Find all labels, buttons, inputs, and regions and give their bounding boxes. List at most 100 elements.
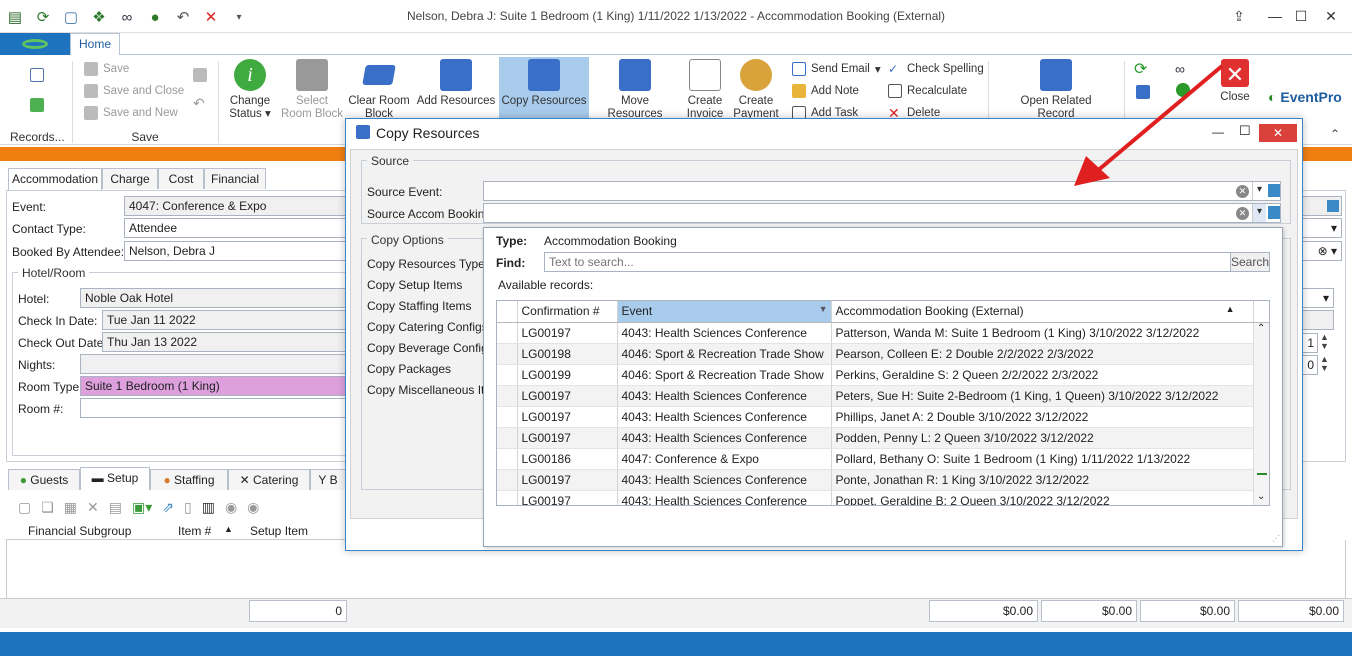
recalculate-button[interactable]: Recalculate — [888, 81, 967, 101]
create-invoice-button[interactable]: Create Invoice — [682, 59, 728, 121]
contact-type-field[interactable]: Attendee — [124, 218, 346, 238]
col-event[interactable]: Event ▼ — [617, 301, 832, 323]
table-row[interactable]: LG00197 4043: Health Sciences Conference P… — [497, 427, 1269, 449]
print-icon[interactable]: ▤ — [109, 499, 122, 516]
event-cell[interactable]: 4046: Sport & Recreation Trade Show — [617, 343, 832, 365]
booking-cell[interactable]: Patterson, Wanda M: Suite 1 Bedroom (1 K… — [831, 322, 1254, 344]
contact-dropdown-remnant[interactable]: ▾ — [1302, 218, 1342, 238]
move-down-icon[interactable]: ◉ — [247, 499, 259, 516]
application-button[interactable] — [0, 33, 70, 55]
doc-icon[interactable]: ▯ — [184, 499, 192, 516]
layout-icon[interactable]: ▥ — [202, 499, 215, 516]
tab-home[interactable]: Home — [70, 33, 120, 56]
spin-field-2[interactable]: 0 — [1302, 355, 1318, 375]
nights-field[interactable] — [80, 354, 346, 374]
opt-copy-catering-configs[interactable]: Copy Catering Configs — [367, 317, 501, 338]
search-button[interactable]: Search — [1230, 252, 1270, 272]
grid-icon[interactable]: ▦ — [64, 499, 77, 516]
checkin-field[interactable]: Tue Jan 11 2022 — [102, 310, 346, 330]
tab-financial[interactable]: Financial — [204, 168, 266, 189]
copy-record-icon[interactable] — [30, 98, 44, 112]
opt-copy-packages[interactable]: Copy Packages — [367, 359, 501, 380]
event-cell[interactable]: 4043: Health Sciences Conference — [617, 385, 832, 407]
new-icon[interactable]: ▢ — [18, 499, 31, 516]
booking-cell[interactable]: Phillips, Janet A: 2 Double 3/10/2022 3/… — [831, 406, 1254, 428]
col-setup-item[interactable]: Setup Item — [250, 524, 308, 538]
hotel-field[interactable]: Noble Oak Hotel — [80, 288, 346, 308]
dropdown-icon[interactable]: ▾ — [1252, 204, 1266, 222]
spin-2-arrows-icon[interactable]: ▲ ▼ — [1320, 355, 1329, 373]
col-item-number[interactable]: Item # — [178, 524, 211, 538]
new-record-icon[interactable] — [30, 68, 44, 82]
scroll-down-icon[interactable]: ⌄ — [1257, 491, 1265, 502]
tab-cost[interactable]: Cost — [158, 168, 204, 189]
move-up-icon[interactable]: ◉ — [225, 499, 237, 516]
confirmation-cell[interactable]: LG00197 — [517, 427, 618, 449]
event-cell[interactable]: 4043: Health Sciences Conference — [617, 427, 832, 449]
source-accom-field[interactable]: ✕ ▾ — [483, 203, 1281, 223]
booking-cell[interactable]: Peters, Sue H: Suite 2-Bedroom (1 King, … — [831, 385, 1254, 407]
booking-cell[interactable]: Ponte, Jonathan R: 1 King 3/10/2022 3/12… — [831, 469, 1254, 491]
hotel-dropdown-remnant[interactable]: ▾ — [1302, 288, 1334, 308]
event-cell[interactable]: 4043: Health Sciences Conference — [617, 490, 832, 505]
add-group-icon[interactable]: ▣▾ — [132, 499, 152, 516]
opt-copy-miscellaneous-items[interactable]: Copy Miscellaneous Item — [367, 380, 501, 401]
save-small-icon[interactable] — [193, 68, 207, 82]
table-row[interactable]: LG00197 4043: Health Sciences Conference P… — [497, 406, 1269, 428]
scroll-thumb[interactable] — [1257, 473, 1267, 475]
opt-copy-setup-items[interactable]: Copy Setup Items — [367, 275, 501, 296]
filter-icon[interactable]: ▼ — [819, 304, 830, 314]
check-spelling-button[interactable]: ✓ Check Spelling — [888, 59, 984, 79]
col-accommodation-booking[interactable]: Accommodation Booking (External) ▲ — [831, 301, 1254, 323]
booked-by-field[interactable]: Nelson, Debra J — [124, 241, 346, 261]
opt-copy-staffing-items[interactable]: Copy Staffing Items — [367, 296, 501, 317]
clear-icon[interactable]: ✕ — [1236, 185, 1249, 198]
minimize-icon[interactable]: — — [1262, 6, 1288, 26]
restore-icon[interactable]: ⇪ — [1226, 6, 1252, 26]
confirmation-cell[interactable]: LG00199 — [517, 364, 618, 386]
booking-cell[interactable]: Pollard, Bethany O: Suite 1 Bedroom (1 K… — [831, 448, 1254, 470]
lookup-icon[interactable] — [1268, 206, 1280, 219]
tab-catering[interactable]: ✕ Catering — [228, 469, 310, 490]
select-room-block-button[interactable]: Select Room Block — [280, 59, 344, 121]
tab-setup[interactable]: ▬ Setup — [80, 467, 150, 490]
event-cell[interactable]: 4043: Health Sciences Conference — [617, 322, 832, 344]
window-close-icon[interactable]: ✕ — [1318, 6, 1344, 26]
booking-cell[interactable]: Poppet, Geraldine B: 2 Queen 3/10/2022 3… — [831, 490, 1254, 505]
delete-icon[interactable]: ✕ — [87, 499, 99, 516]
change-status-button[interactable]: i Change Status ▾ — [224, 59, 276, 121]
confirmation-cell[interactable]: LG00197 — [517, 322, 618, 344]
tab-staffing[interactable]: ● Staffing — [150, 469, 228, 490]
confirmation-cell[interactable]: LG00186 — [517, 448, 618, 470]
confirmation-cell[interactable]: LG00197 — [517, 385, 618, 407]
table-row[interactable]: LG00197 4043: Health Sciences Conference P… — [497, 385, 1269, 407]
table-row[interactable]: LG00199 4046: Sport & Recreation Trade Sh… — [497, 364, 1269, 386]
dropdown-icon[interactable]: ▾ — [1252, 182, 1266, 200]
event-cell[interactable]: 4047: Conference & Expo — [617, 448, 832, 470]
collapse-ribbon-icon[interactable]: ⌃ — [1330, 127, 1340, 141]
dialog-maximize-icon[interactable]: ☐ — [1239, 123, 1251, 139]
room-type-field[interactable]: Suite 1 Bedroom (1 King) — [80, 376, 346, 396]
save-button[interactable]: Save — [84, 59, 129, 79]
find-input[interactable] — [544, 252, 1232, 272]
tab-accommodation[interactable]: Accommodation — [8, 168, 102, 191]
table-row[interactable]: LG00198 4046: Sport & Recreation Trade Sh… — [497, 343, 1269, 365]
confirmation-cell[interactable]: LG00197 — [517, 406, 618, 428]
dialog-close-icon[interactable]: ✕ — [1259, 124, 1297, 142]
tab-charge[interactable]: Charge — [102, 168, 158, 189]
table-row[interactable]: LG00197 4043: Health Sciences Conference P… — [497, 469, 1269, 491]
event-cell[interactable]: 4043: Health Sciences Conference — [617, 406, 832, 428]
opt-copy-beverage-configs[interactable]: Copy Beverage Configs — [367, 338, 501, 359]
spin-field-1[interactable]: 1 — [1302, 333, 1318, 353]
booking-cell[interactable]: Podden, Penny L: 2 Queen 3/10/2022 3/12/… — [831, 427, 1254, 449]
records-group-label[interactable]: Records... — [10, 130, 65, 144]
table-row[interactable]: LG00186 4047: Conference & Expo Pollard, B… — [497, 448, 1269, 470]
clear-room-block-button[interactable]: Clear Room Block — [348, 59, 410, 121]
event-cell[interactable]: 4043: Health Sciences Conference — [617, 469, 832, 491]
booked-by-dropdown-remnant[interactable]: ⊗ ▾ — [1302, 241, 1342, 261]
copy-resources-button[interactable]: Copy Resources — [499, 57, 589, 119]
tab-beverage[interactable]: Y B — [310, 469, 346, 490]
add-note-button[interactable]: Add Note — [792, 81, 859, 101]
room-number-field[interactable] — [80, 398, 346, 418]
scroll-up-icon[interactable]: ⌃ — [1257, 323, 1265, 334]
